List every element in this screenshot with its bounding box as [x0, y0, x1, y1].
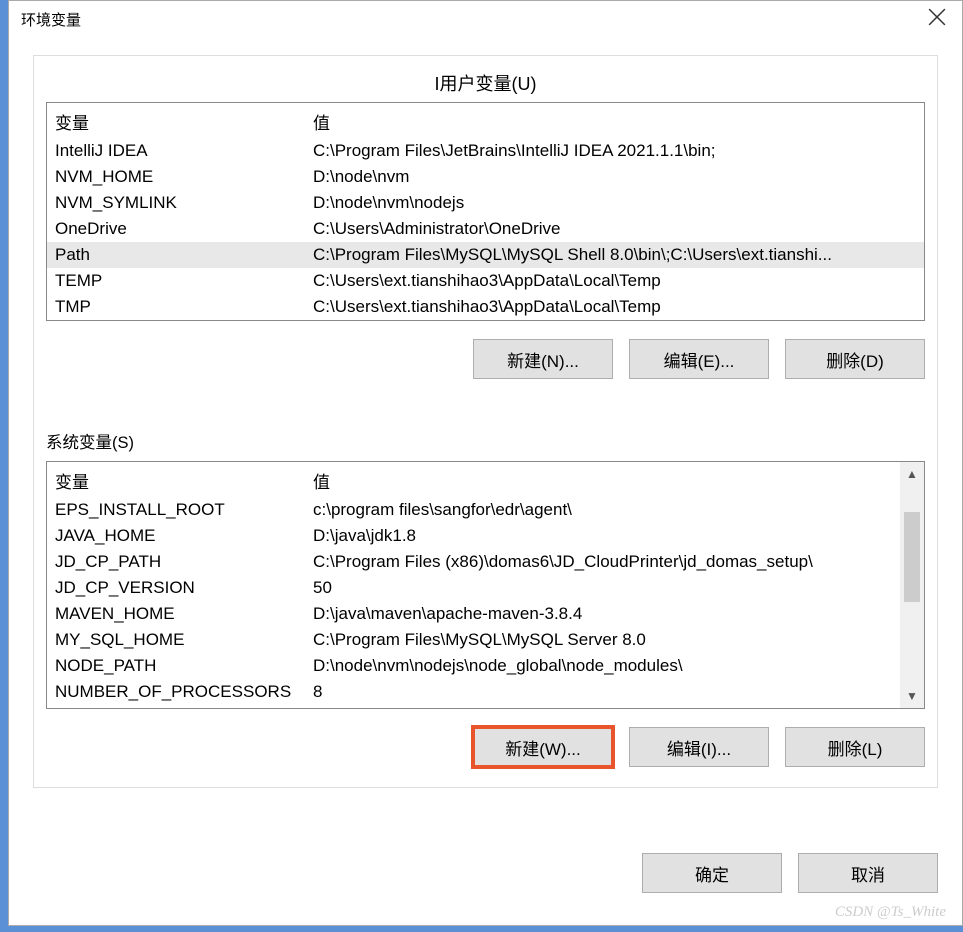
table-row[interactable]: TEMPC:\Users\ext.tianshihao3\AppData\Loc…: [47, 268, 924, 294]
title-bar: 环境变量: [9, 1, 962, 37]
table-row[interactable]: NVM_SYMLINKD:\node\nvm\nodejs: [47, 190, 924, 216]
var-name: NVM_HOME: [55, 167, 313, 187]
var-value: D:\node\nvm: [313, 167, 916, 187]
col-header-variable[interactable]: 变量: [55, 109, 313, 134]
table-row[interactable]: NODE_PATHD:\node\nvm\nodejs\node_global\…: [47, 653, 900, 679]
var-value: D:\node\nvm\nodejs: [313, 193, 916, 213]
var-value: C:\Program Files (x86)\domas6\JD_CloudPr…: [313, 552, 892, 572]
var-name: NUMBER_OF_PROCESSORS: [55, 682, 313, 702]
var-value: C:\Users\ext.tianshihao3\AppData\Local\T…: [313, 271, 916, 291]
var-value: C:\Program Files\MySQL\MySQL Server 8.0: [313, 630, 892, 650]
close-icon[interactable]: [924, 4, 950, 34]
scroll-down-icon[interactable]: ▼: [900, 684, 924, 708]
var-name: NODE_PATH: [55, 656, 313, 676]
var-value: C:\Program Files\JetBrains\IntelliJ IDEA…: [313, 141, 916, 161]
system-new-button[interactable]: 新建(W)...: [473, 727, 613, 767]
var-name: JD_CP_VERSION: [55, 578, 313, 598]
watermark: CSDN @Ts_White: [835, 904, 946, 921]
var-value: D:\node\nvm\nodejs\node_global\node_modu…: [313, 656, 892, 676]
ok-button[interactable]: 确定: [642, 853, 782, 893]
list-header: 变量 值: [47, 462, 900, 497]
table-row[interactable]: MAVEN_HOMED:\java\maven\apache-maven-3.8…: [47, 601, 900, 627]
table-row[interactable]: OneDriveC:\Users\Administrator\OneDrive: [47, 216, 924, 242]
var-value: C:\Users\Administrator\OneDrive: [313, 219, 916, 239]
var-name: IntelliJ IDEA: [55, 141, 313, 161]
user-edit-button[interactable]: 编辑(E)...: [629, 339, 769, 379]
col-header-variable[interactable]: 变量: [55, 468, 313, 493]
table-row[interactable]: NVM_HOMED:\node\nvm: [47, 164, 924, 190]
var-value: C:\Users\ext.tianshihao3\AppData\Local\T…: [313, 297, 916, 317]
var-value: 50: [313, 578, 892, 598]
var-name: Path: [55, 245, 313, 265]
var-value: c:\program files\sangfor\edr\agent\: [313, 500, 892, 520]
list-header: 变量 值: [47, 103, 924, 138]
user-vars-list[interactable]: 变量 值 IntelliJ IDEAC:\Program Files\JetBr…: [46, 102, 925, 321]
var-name: MY_SQL_HOME: [55, 630, 313, 650]
col-header-value[interactable]: 值: [313, 468, 892, 493]
system-edit-button[interactable]: 编辑(I)...: [629, 727, 769, 767]
table-row[interactable]: PathC:\Program Files\MySQL\MySQL Shell 8…: [47, 242, 924, 268]
var-value: C:\Program Files\MySQL\MySQL Shell 8.0\b…: [313, 245, 916, 265]
dialog-title: 环境变量: [21, 9, 81, 30]
var-name: JD_CP_PATH: [55, 552, 313, 572]
col-header-value[interactable]: 值: [313, 109, 916, 134]
table-row[interactable]: TMPC:\Users\ext.tianshihao3\AppData\Loca…: [47, 294, 924, 320]
inner-panel: I用户变量(U) 变量 值 IntelliJ IDEAC:\Program Fi…: [33, 55, 938, 788]
var-name: JAVA_HOME: [55, 526, 313, 546]
user-vars-label: I用户变量(U): [46, 70, 925, 96]
var-value: 8: [313, 682, 892, 702]
user-new-button[interactable]: 新建(N)...: [473, 339, 613, 379]
var-name: TEMP: [55, 271, 313, 291]
var-name: TMP: [55, 297, 313, 317]
user-delete-button[interactable]: 删除(D): [785, 339, 925, 379]
var-name: NVM_SYMLINK: [55, 193, 313, 213]
table-row[interactable]: JD_CP_VERSION50: [47, 575, 900, 601]
scrollbar[interactable]: ▲ ▼: [900, 462, 924, 708]
scroll-thumb[interactable]: [904, 512, 920, 602]
var-name: MAVEN_HOME: [55, 604, 313, 624]
var-name: OneDrive: [55, 219, 313, 239]
scroll-up-icon[interactable]: ▲: [900, 462, 924, 486]
table-row[interactable]: EPS_INSTALL_ROOTc:\program files\sangfor…: [47, 497, 900, 523]
var-value: D:\java\maven\apache-maven-3.8.4: [313, 604, 892, 624]
var-name: EPS_INSTALL_ROOT: [55, 500, 313, 520]
system-vars-label: 系统变量(S): [46, 429, 925, 453]
table-row[interactable]: IntelliJ IDEAC:\Program Files\JetBrains\…: [47, 138, 924, 164]
system-vars-list[interactable]: 变量 值 EPS_INSTALL_ROOTc:\program files\sa…: [46, 461, 925, 709]
table-row[interactable]: JD_CP_PATHC:\Program Files (x86)\domas6\…: [47, 549, 900, 575]
table-row[interactable]: MY_SQL_HOMEC:\Program Files\MySQL\MySQL …: [47, 627, 900, 653]
table-row[interactable]: NUMBER_OF_PROCESSORS8: [47, 679, 900, 705]
cancel-button[interactable]: 取消: [798, 853, 938, 893]
system-delete-button[interactable]: 删除(L): [785, 727, 925, 767]
table-row[interactable]: JAVA_HOMED:\java\jdk1.8: [47, 523, 900, 549]
var-value: D:\java\jdk1.8: [313, 526, 892, 546]
env-vars-dialog: 环境变量 I用户变量(U) 变量 值 IntelliJ IDEAC:\Progr…: [8, 0, 963, 926]
